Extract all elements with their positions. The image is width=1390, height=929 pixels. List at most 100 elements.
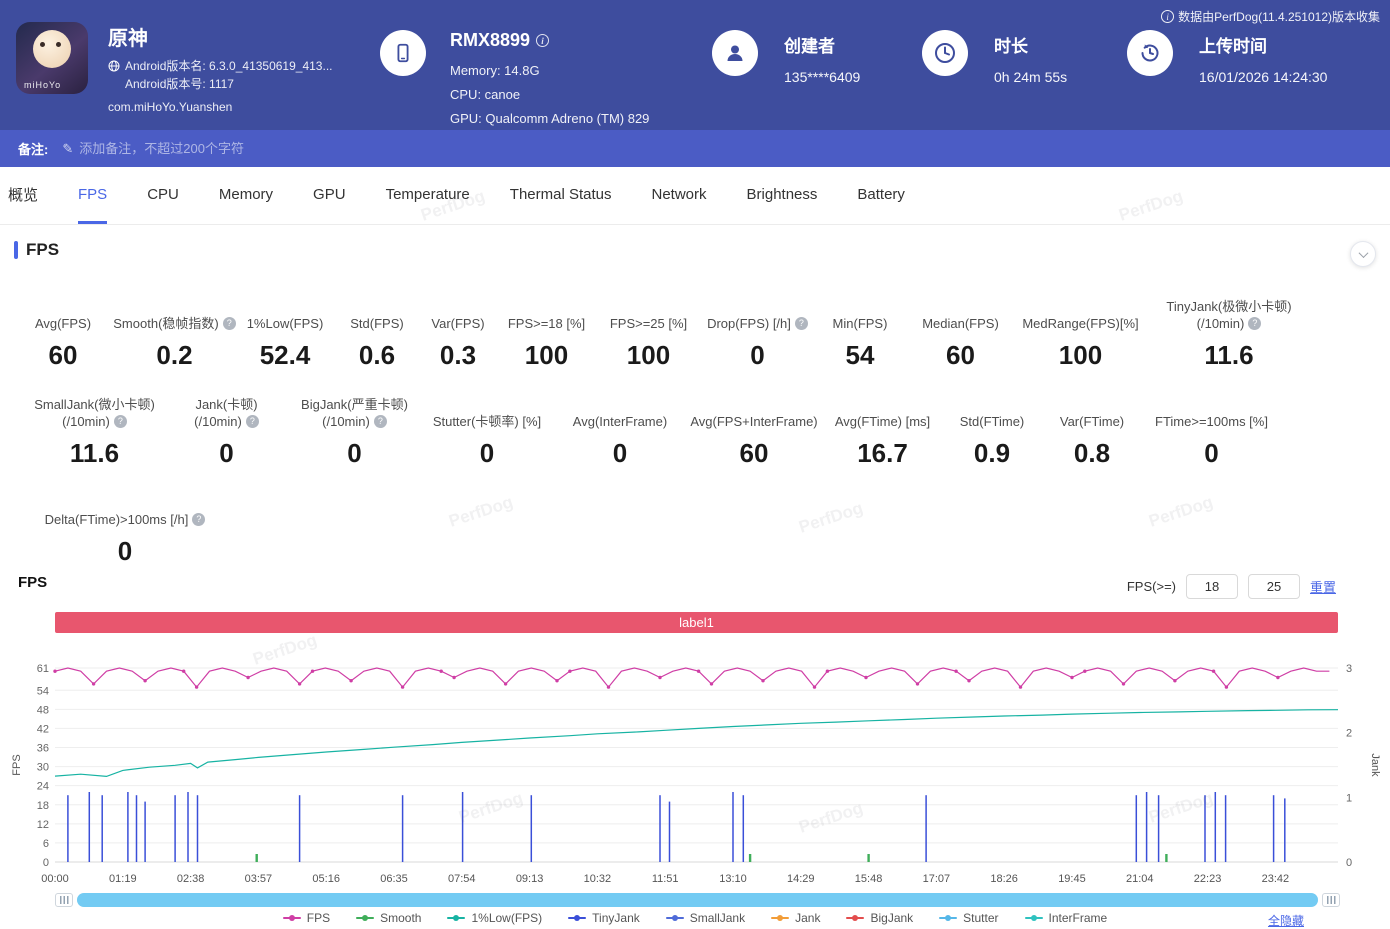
- help-icon[interactable]: ?: [1248, 317, 1262, 330]
- tab-bar: 概览 FPS CPU Memory GPU Temperature Thermal Stat…: [0, 167, 1390, 225]
- legend-item-Stutter[interactable]: Stutter: [939, 911, 999, 925]
- chart-label1-bar[interactable]: label1: [55, 612, 1338, 633]
- fps-threshold-input-2[interactable]: [1247, 574, 1300, 599]
- hide-all-link[interactable]: 全隐藏: [1268, 912, 1304, 929]
- svg-text:61: 61: [37, 663, 49, 675]
- scrollbar-left-grip[interactable]: [55, 893, 73, 907]
- scrollbar-track[interactable]: [77, 893, 1318, 907]
- perfdog-watermark: PerfDog: [796, 498, 866, 537]
- device-info-icon[interactable]: i: [536, 34, 550, 47]
- svg-text:0: 0: [1346, 857, 1352, 869]
- svg-text:23:42: 23:42: [1262, 873, 1290, 885]
- svg-text:07:54: 07:54: [448, 873, 476, 885]
- metric-value: 11.6: [69, 438, 120, 468]
- metric: Drop(FPS) [/h]? 0: [703, 296, 812, 371]
- fps-chart: 061218243036424854610123FPS Jank00:00 01:1…: [11, 663, 1381, 885]
- scrollbar-right-grip[interactable]: [1322, 893, 1340, 907]
- legend-marker: [1024, 915, 1043, 921]
- help-icon[interactable]: ?: [192, 513, 206, 526]
- perfdog-watermark: PerfDog: [1146, 492, 1216, 531]
- metric: Var(FTime) 0.8: [1041, 394, 1143, 469]
- metric: SmallJank(微小卡顿) (/10min)? 11.6: [25, 394, 164, 469]
- legend-item-SmallJank[interactable]: SmallJank: [665, 911, 745, 925]
- metric-value: 60: [48, 340, 78, 370]
- metric-label: Var(FPS): [431, 316, 485, 331]
- svg-text:2: 2: [1346, 728, 1352, 740]
- legend-marker: [846, 915, 865, 921]
- help-icon[interactable]: ?: [794, 317, 808, 330]
- metric-value: 0: [1204, 438, 1219, 468]
- tab-CPU[interactable]: CPU: [147, 167, 179, 224]
- svg-text:1: 1: [1346, 792, 1352, 804]
- metric-value: 0: [219, 438, 234, 468]
- app-icon: miHoYo: [16, 22, 88, 94]
- help-icon[interactable]: ?: [113, 415, 127, 428]
- tab-概览[interactable]: 概览: [8, 167, 38, 224]
- tab-GPU[interactable]: GPU: [313, 167, 346, 224]
- metric-label: Std(FTime): [959, 414, 1025, 429]
- metric-label: SmallJank(微小卡顿): [34, 397, 155, 412]
- svg-text:3: 3: [1346, 663, 1352, 675]
- globe-icon: [108, 60, 120, 72]
- legend-marker: [282, 915, 301, 921]
- remark-label: 备注:: [18, 142, 49, 157]
- app-summary: miHoYo 原神 Android版本名: 6.3.0_41350619_413…: [16, 22, 332, 116]
- phone-icon: [380, 30, 426, 76]
- metric-value: 0: [347, 438, 362, 468]
- metric-label: 1%Low(FPS): [246, 316, 324, 331]
- legend-item-Smooth[interactable]: Smooth: [356, 911, 421, 925]
- metric-value: 54: [845, 340, 875, 370]
- metrics-row-3: Delta(FTime)>100ms [/h]? 0: [25, 492, 225, 567]
- svg-text:01:19: 01:19: [109, 873, 137, 885]
- grip-icon: [1326, 896, 1336, 904]
- svg-text:12: 12: [37, 819, 49, 831]
- tab-Battery[interactable]: Battery: [857, 167, 905, 224]
- tab-Thermal Status[interactable]: Thermal Status: [510, 167, 612, 224]
- metric: BigJank(严重卡顿) (/10min)? 0: [289, 394, 420, 469]
- reset-link[interactable]: 重置: [1310, 577, 1336, 596]
- svg-text:18: 18: [37, 800, 49, 812]
- tab-Network[interactable]: Network: [652, 167, 707, 224]
- metric: Min(FPS) 54: [812, 296, 908, 371]
- metric-label: Jank(卡顿): [195, 397, 258, 412]
- metric: Avg(FPS+InterFrame) 60: [686, 394, 822, 469]
- legend-item-BigJank[interactable]: BigJank: [846, 911, 913, 925]
- metric-label: Min(FPS): [832, 316, 888, 331]
- tab-Brightness[interactable]: Brightness: [747, 167, 818, 224]
- help-icon[interactable]: ?: [373, 415, 387, 428]
- legend-item-1%Low(FPS)[interactable]: 1%Low(FPS): [447, 911, 542, 925]
- help-icon[interactable]: ?: [245, 415, 259, 428]
- legend-item-FPS[interactable]: FPS: [282, 911, 330, 925]
- creator-summary: 创建者 135****6409: [712, 30, 860, 85]
- tab-Temperature[interactable]: Temperature: [386, 167, 470, 224]
- legend-marker: [665, 915, 684, 921]
- upload-time-value: 16/01/2026 14:24:30: [1199, 69, 1328, 85]
- metric-value: 0.3: [439, 340, 477, 370]
- metric-value: 0: [117, 536, 133, 566]
- metric-value: 0: [750, 340, 765, 370]
- metric: Var(FPS) 0.3: [417, 296, 499, 371]
- svg-text:15:48: 15:48: [855, 873, 883, 885]
- legend-marker: [447, 915, 466, 921]
- app-title: 原神: [108, 28, 148, 50]
- tab-Memory[interactable]: Memory: [219, 167, 273, 224]
- metric-label: TinyJank(极微小卡顿): [1166, 299, 1292, 314]
- svg-text:11:51: 11:51: [652, 873, 679, 885]
- metric-label-line2: (/10min)?: [164, 413, 289, 430]
- collapse-section-button[interactable]: [1350, 241, 1376, 267]
- svg-text:10:32: 10:32: [584, 873, 612, 885]
- metric: Avg(FPS) 60: [10, 296, 116, 371]
- remark-input[interactable]: [79, 141, 500, 156]
- metric-label: BigJank(严重卡顿): [301, 397, 408, 412]
- upload-summary: 上传时间 16/01/2026 14:24:30: [1127, 30, 1327, 85]
- metric-label-line2: (/10min)?: [1148, 315, 1310, 332]
- scrollbar-thumb[interactable]: [77, 893, 1318, 907]
- legend-item-TinyJank[interactable]: TinyJank: [568, 911, 640, 925]
- legend-item-InterFrame[interactable]: InterFrame: [1024, 911, 1107, 925]
- fps-threshold-input-1[interactable]: [1185, 574, 1238, 599]
- tab-FPS[interactable]: FPS: [78, 167, 108, 224]
- legend-item-Jank[interactable]: Jank: [771, 911, 820, 925]
- svg-text:36: 36: [37, 743, 49, 755]
- metric: Jank(卡顿) (/10min)? 0: [164, 394, 289, 469]
- svg-text:0: 0: [43, 857, 49, 869]
